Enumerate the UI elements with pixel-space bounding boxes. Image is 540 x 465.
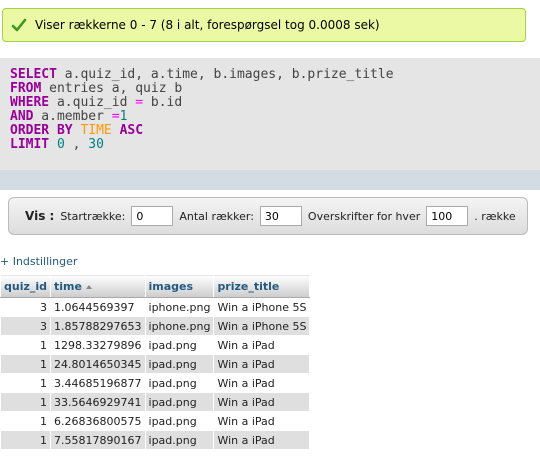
headers-every-label: Overskrifter for hver <box>307 209 421 223</box>
cell-quiz-id: 1 <box>0 411 52 431</box>
cell-quiz-id: 1 <box>0 392 52 412</box>
row-count-label: Antal rækker: <box>179 209 254 223</box>
sql-keyword: ORDER BY <box>10 123 73 138</box>
sql-keyword: SELECT <box>10 67 57 82</box>
column-header-images[interactable]: images <box>144 274 215 298</box>
cell-quiz-id: 3 <box>0 316 52 336</box>
cell-images: ipad.png <box>144 335 215 355</box>
sql-query-box[interactable]: SELECT a.quiz_id, a.time, b.images, b.pr… <box>0 58 540 171</box>
cell-time: 6.26836800575 <box>50 411 146 431</box>
cell-time: 1.85788297653 <box>50 316 146 336</box>
sql-keyword: AND <box>10 109 34 124</box>
cell-time: 24.8014650345 <box>50 354 146 374</box>
table-row[interactable]: 1 3.44685196877 ipad.png Win a iPad <box>0 373 311 393</box>
sql-text: a.quiz_id, a.time, b.images, b.prize_tit… <box>56 67 394 82</box>
cell-quiz-id: 1 <box>0 373 52 393</box>
column-header-label: time <box>54 279 82 293</box>
cell-images: iphone.png <box>144 297 215 317</box>
sql-keyword: LIMIT <box>10 137 50 152</box>
cell-images: ipad.png <box>144 392 215 412</box>
table-header-row: quiz_id time images prize_title <box>0 274 311 298</box>
cell-prize-title: Win a iPad <box>213 354 311 374</box>
sql-text: b.id <box>143 95 183 110</box>
cell-prize-title: Win a iPad <box>213 335 311 355</box>
sort-ascending-icon <box>85 284 92 289</box>
start-row-input[interactable] <box>131 206 174 226</box>
sql-text: entries a, quiz b <box>41 81 183 96</box>
cell-quiz-id: 1 <box>0 335 52 355</box>
sql-function: TIME <box>80 123 112 138</box>
column-header-quiz-id[interactable]: quiz_id <box>0 274 52 298</box>
sql-number: 30 <box>88 137 104 152</box>
sql-number: 0 <box>56 137 65 152</box>
checkmark-icon <box>11 18 27 32</box>
cell-images: ipad.png <box>144 373 215 393</box>
sql-keyword: FROM <box>10 81 42 96</box>
sql-keyword: WHERE <box>10 95 50 110</box>
sql-text: a.quiz_id <box>49 95 136 110</box>
column-header-label: prize_title <box>217 279 280 293</box>
cell-time: 1.0644569397 <box>50 297 146 317</box>
cell-images: ipad.png <box>144 354 215 374</box>
sql-text: a.member <box>33 109 112 124</box>
table-row[interactable]: 3 1.0644569397 iphone.png Win a iPhone 5… <box>0 297 311 317</box>
column-header-prize-title[interactable]: prize_title <box>213 274 311 298</box>
cell-quiz-id: 1 <box>0 354 52 374</box>
sql-number: 1 <box>119 109 128 124</box>
cell-prize-title: Win a iPad <box>213 373 311 393</box>
show-label: Vis : <box>25 209 55 223</box>
sql-query-panel: SELECT a.quiz_id, a.time, b.images, b.pr… <box>0 58 540 190</box>
table-row[interactable]: 1 33.5646929741 ipad.png Win a iPad <box>0 392 311 412</box>
settings-toggle-link[interactable]: + Indstillinger <box>0 255 77 268</box>
cell-prize-title: Win a iPad <box>213 392 311 412</box>
sql-operator: = <box>135 95 144 110</box>
cell-time: 3.44685196877 <box>50 373 146 393</box>
success-message-box: Viser rækkerne 0 - 7 (8 i alt, forespørg… <box>2 8 526 42</box>
cell-prize-title: Win a iPad <box>213 411 311 431</box>
cell-quiz-id: 3 <box>0 297 52 317</box>
table-row[interactable]: 1 7.55817890167 ipad.png Win a iPad <box>0 430 311 450</box>
column-header-label: quiz_id <box>4 279 48 293</box>
sql-query-text: SELECT a.quiz_id, a.time, b.images, b.pr… <box>10 68 394 152</box>
column-header-label: images <box>148 279 194 293</box>
table-row[interactable]: 1 6.26836800575 ipad.png Win a iPad <box>0 411 311 431</box>
headers-every-input[interactable] <box>426 206 469 226</box>
table-row[interactable]: 1 24.8014650345 ipad.png Win a iPad <box>0 354 311 374</box>
table-row[interactable]: 1 1298.33279896 ipad.png Win a iPad <box>0 335 311 355</box>
results-table: quiz_id time images prize_title 3 1.0644… <box>0 274 311 450</box>
navigation-bar: Vis : Startrække: Antal rækker: Overskri… <box>8 197 528 235</box>
cell-prize-title: Win a iPad <box>213 430 311 450</box>
cell-prize-title: Win a iPhone 5S <box>213 297 311 317</box>
row-suffix-label: . række <box>474 209 516 223</box>
table-row[interactable]: 3 1.85788297653 iphone.png Win a iPhone … <box>0 316 311 336</box>
cell-time: 7.55817890167 <box>50 430 146 450</box>
cell-images: iphone.png <box>144 316 215 336</box>
row-count-input[interactable] <box>259 206 302 226</box>
success-message-text: Viser rækkerne 0 - 7 (8 i alt, forespørg… <box>35 18 380 32</box>
cell-time: 33.5646929741 <box>50 392 146 412</box>
cell-images: ipad.png <box>144 411 215 431</box>
sql-text: , <box>64 137 89 152</box>
sql-panel-footer <box>0 170 540 190</box>
column-header-time[interactable]: time <box>50 274 146 298</box>
cell-time: 1298.33279896 <box>50 335 146 355</box>
cell-quiz-id: 1 <box>0 430 52 450</box>
cell-images: ipad.png <box>144 430 215 450</box>
sql-keyword: ASC <box>119 123 144 138</box>
start-row-label: Startrække: <box>60 209 126 223</box>
sql-operator: = <box>111 109 120 124</box>
cell-prize-title: Win a iPhone 5S <box>213 316 311 336</box>
